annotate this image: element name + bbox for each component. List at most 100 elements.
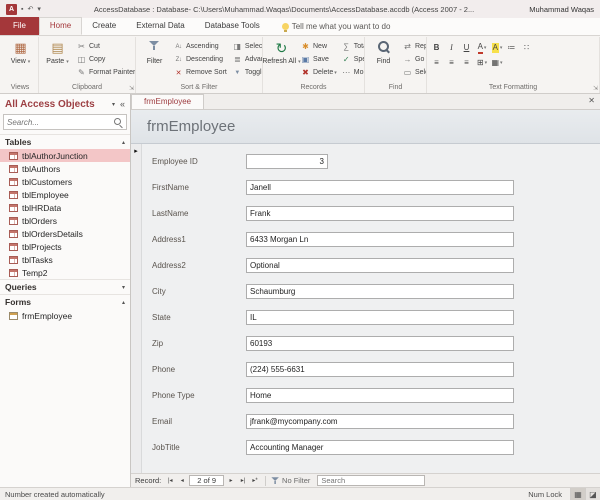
field-input[interactable] — [246, 310, 514, 325]
field-input[interactable] — [246, 180, 514, 195]
user-name[interactable]: Muhammad Waqas — [529, 5, 594, 14]
view-button[interactable]: ▦ View▾ — [5, 38, 36, 83]
field-input[interactable] — [246, 206, 514, 221]
tell-me-box[interactable]: Tell me what you want to do — [282, 17, 391, 35]
align-left-icon[interactable]: ≡ — [430, 56, 444, 69]
ribbon-small-button[interactable]: Z↓ Descending — [172, 53, 229, 66]
previous-record-button[interactable]: ◂ — [177, 475, 187, 486]
background-color-icon[interactable]: ▦▾ — [490, 56, 504, 69]
field-input[interactable] — [246, 284, 514, 299]
field-input[interactable] — [246, 154, 328, 169]
field-input[interactable] — [246, 414, 514, 429]
ribbon-small-button[interactable]: ✖ Delete ▾ — [299, 66, 338, 79]
ribbon-small-button[interactable]: ▣ Save — [299, 53, 338, 66]
nav-item-table[interactable]: Temp2 — [0, 266, 130, 279]
field-label: Email — [152, 417, 246, 426]
new-blank-record-button[interactable]: ▸* — [250, 475, 260, 486]
table-icon — [9, 256, 18, 264]
record-position-box[interactable]: 2 of 9 — [189, 475, 224, 486]
ribbon-small-button[interactable]: ✓ Spelling — [340, 53, 365, 66]
close-document-icon[interactable]: ✕ — [588, 93, 595, 109]
dialog-launcher-icon[interactable]: ⇲ — [129, 86, 134, 92]
ribbon-small-button[interactable]: ∑ Totals — [340, 40, 365, 53]
shutter-bar-close-icon[interactable]: « — [120, 99, 125, 109]
first-record-button[interactable]: |◂ — [165, 475, 175, 486]
last-record-button[interactable]: ▸| — [238, 475, 248, 486]
ribbon-small-button[interactable]: ✂ Cut — [75, 40, 136, 53]
nav-section-tables[interactable]: Tables ▴ — [0, 134, 130, 149]
field-input[interactable] — [246, 258, 514, 273]
next-record-button[interactable]: ▸ — [226, 475, 236, 486]
nav-item-table[interactable]: tblTasks — [0, 253, 130, 266]
ribbon-tab[interactable]: Home — [39, 17, 82, 35]
ribbon-group-records: ↻ Refresh All▾ ✱ New ▣ Save — [263, 37, 365, 93]
refresh-all-button[interactable]: ↻ Refresh All▾ — [266, 38, 297, 83]
record-selector-bar[interactable]: ▸ — [131, 144, 142, 473]
qat-customize-icon[interactable]: ▾ — [37, 5, 41, 13]
form-view-button[interactable]: ▦ — [570, 488, 585, 500]
nav-section-forms[interactable]: Forms ▴ — [0, 294, 130, 309]
find-button[interactable]: Find — [368, 38, 399, 83]
nav-item-form[interactable]: frmEmployee — [0, 309, 130, 322]
paste-button[interactable]: ▤ Paste▾ — [42, 38, 73, 83]
ribbon-small-button[interactable]: ⋯ More ▾ — [340, 66, 365, 79]
filter-status[interactable]: No Filter — [271, 476, 310, 486]
italic-icon[interactable]: I — [445, 41, 459, 54]
nav-pane-header[interactable]: All Access Objects ▾ « — [0, 94, 130, 114]
ribbon-small-button[interactable]: ✕ Remove Sort — [172, 66, 229, 79]
format-painter-icon: ✎ — [76, 68, 87, 77]
design-view-button[interactable]: ◪ — [585, 488, 600, 500]
ribbon-small-button[interactable]: ≣ Advanced ▾ — [231, 53, 263, 66]
ribbon-tab[interactable]: File — [0, 17, 39, 35]
ribbon-small-button[interactable]: ▭ Select ▾ — [401, 66, 427, 79]
nav-section-queries[interactable]: Queries ▾ — [0, 279, 130, 294]
bullets-icon[interactable]: ∷ — [520, 41, 534, 54]
dialog-launcher-icon[interactable]: ⇲ — [593, 86, 598, 92]
nav-item-table[interactable]: tblEmployee — [0, 188, 130, 201]
field-input[interactable] — [246, 440, 514, 455]
gridlines-icon[interactable]: ⊞▾ — [475, 56, 489, 69]
ribbon-small-button[interactable]: A↓ Ascending — [172, 40, 229, 53]
field-input[interactable] — [246, 336, 514, 351]
ribbon-small-button[interactable]: → Go To ▾ — [401, 53, 427, 66]
records-group-label: Records — [266, 83, 361, 93]
nav-item-table[interactable]: tblProjects — [0, 240, 130, 253]
navigation-pane: All Access Objects ▾ « Tables ▴ tblAutho… — [0, 94, 131, 487]
numbering-icon[interactable]: ≔ — [505, 41, 519, 54]
undo-icon[interactable]: ↶ — [27, 5, 33, 13]
ribbon-tab[interactable]: Database Tools — [195, 17, 270, 35]
form-field-row: Email — [152, 414, 600, 429]
field-input[interactable] — [246, 362, 514, 377]
ribbon-small-button[interactable]: ▼ Toggle Filter — [231, 66, 263, 79]
record-search-input[interactable] — [317, 475, 425, 486]
ribbon-small-button[interactable]: ◫ Copy — [75, 53, 136, 66]
ribbon-small-button[interactable]: ✎ Format Painter — [75, 66, 136, 79]
highlight-icon[interactable]: A▾ — [490, 41, 504, 54]
font-color-icon[interactable]: A▾ — [475, 41, 489, 54]
nav-item-table[interactable]: tblHRData — [0, 201, 130, 214]
align-center-icon[interactable]: ≡ — [445, 56, 459, 69]
underline-icon[interactable]: U — [460, 41, 474, 54]
nav-search-input[interactable] — [7, 118, 114, 127]
document-tab[interactable]: frmEmployee — [131, 94, 204, 109]
field-label: Phone Type — [152, 391, 246, 400]
filter-button[interactable]: Filter — [139, 38, 170, 83]
ribbon-small-button[interactable]: ◨ Selection ▾ — [231, 40, 263, 53]
field-input[interactable] — [246, 388, 514, 403]
ribbon-tab[interactable]: External Data — [126, 17, 194, 35]
save-icon[interactable]: ▪ — [21, 6, 23, 13]
align-right-icon[interactable]: ≡ — [460, 56, 474, 69]
nav-item-table[interactable]: tblOrders — [0, 214, 130, 227]
bold-icon[interactable]: B — [430, 41, 444, 54]
nav-item-table[interactable]: tblCustomers — [0, 175, 130, 188]
nav-search-box[interactable] — [3, 114, 127, 130]
document-tab-bar: frmEmployee ✕ — [131, 94, 600, 110]
nav-item-table[interactable]: tblAuthors — [0, 162, 130, 175]
ribbon-small-button[interactable]: ⇄ Replace — [401, 40, 427, 53]
ribbon-small-button[interactable]: ✱ New — [299, 40, 338, 53]
field-input[interactable] — [246, 232, 514, 247]
window-title: AccessDatabase : Database- C:\Users\Muha… — [47, 5, 521, 14]
nav-item-table[interactable]: tblOrdersDetails — [0, 227, 130, 240]
ribbon-tab[interactable]: Create — [82, 17, 126, 35]
nav-item-table[interactable]: tblAuthorJunction — [0, 149, 130, 162]
